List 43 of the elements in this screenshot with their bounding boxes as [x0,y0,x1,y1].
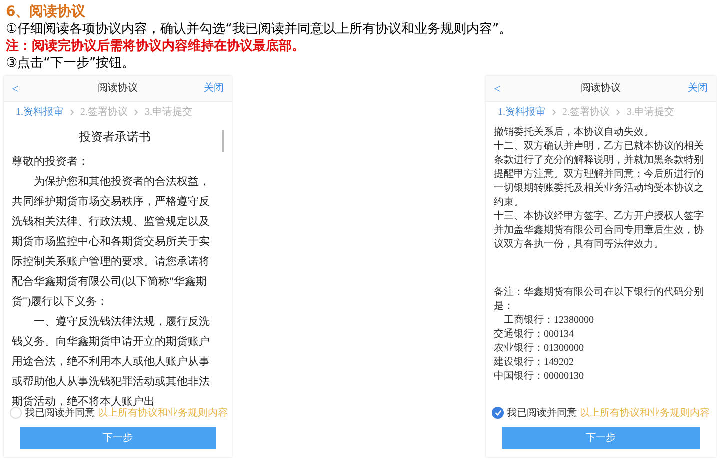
step-label: 2.签署协议 [80,106,128,120]
scrollbar[interactable] [222,130,224,152]
agreement-link[interactable]: 以上所有协议和业务规则内容 [98,406,228,420]
body-text: 农业银行：01300000 [494,342,585,356]
screen-title: 阅读协议 [98,82,138,96]
chevron-icon [134,108,139,116]
agree-label: 我已阅读并同意 [25,407,95,420]
next-button[interactable]: 下一步 [20,427,216,449]
body-text: 建设银行：149202 [494,356,575,370]
close-button[interactable]: 关闭 [688,81,708,96]
instruction-text: 注：阅读完协议后需将协议内容维持在协议最底部。 [6,38,306,55]
body-text: 撤销委托关系后，本协议自动失效。 [494,126,655,140]
back-button[interactable]: < [494,80,514,98]
step-label: 1.资料报审 [498,106,546,120]
step-label: 1.资料报审 [16,106,64,120]
close-button[interactable]: 关闭 [204,81,224,96]
agree-checkbox[interactable] [10,407,22,419]
instruction-text: ①仔细阅读各项协议内容，确认并勾选“我已阅读并同意以上所有协议和业务规则内容”。 [6,21,514,38]
body-text: 尊敬的投资者： [12,154,90,170]
next-button[interactable]: 下一步 [502,427,700,449]
screen-title: 阅读协议 [581,82,621,96]
agreement-link[interactable]: 以上所有协议和业务规则内容 [580,406,710,420]
chevron-icon [616,108,621,116]
chevron-icon [552,108,556,116]
chevron-icon [70,108,74,116]
step-label: 3.申请提交 [145,106,192,120]
body-text: 交通银行：000134 [494,328,575,342]
document-title: 投资者承诺书 [78,129,152,146]
step-label: 3.申请提交 [627,106,674,120]
check-icon [494,410,502,416]
body-text: 一、遵守反洗钱法律法规，履行反洗钱义务。向华鑫期货申请开立的期货账户用途合法，绝不利用本人或他人账户从事或帮助他人从事洗钱犯罪活动或其他非法期货活动，绝不将本人账户出 [12,314,210,408]
body-text: 备注：华鑫期货有限公司在以下银行的代码分别是： [494,286,705,314]
section-heading: 6、阅读协议 [6,3,87,21]
body-text: 十三、本协议经甲方签字、乙方开户授权人签字并加盖华鑫期货有限公司合同专用章后生效，协议双方各执一份，具有同等法律效力。 [494,210,705,252]
agree-label: 我已阅读并同意 [507,406,577,420]
body-text: 十二、双方确认并声明，乙方已就本协议的相关条款进行了充分的解释说明，并就加黑条款特别提醒甲方注意。双方理解并同意：今后所进行的一切银期转账委托及相关业务活动均受本协议之约束。 [494,140,705,210]
instruction-text: ③点击“下一步”按钮。 [6,55,136,72]
back-button[interactable]: < [12,80,32,98]
agree-checkbox[interactable] [492,407,504,419]
body-text: 中国银行：00000130 [494,370,585,384]
step-label: 2.签署协议 [562,106,610,120]
body-text: 工商银行：12380000 [503,314,595,328]
body-text: 为保护您和其他投资者的合法权益，共同维护期货市场交易秩序，严格遵守反洗钱相关法律、行政法规、监管规定以及期货市场监控中心和各期货交易所关于实际控制关系账户管理的要求。请您承诺将配合华鑫期货有限公司(以下简称"华鑫期货")履行以下义务： [12,174,211,310]
